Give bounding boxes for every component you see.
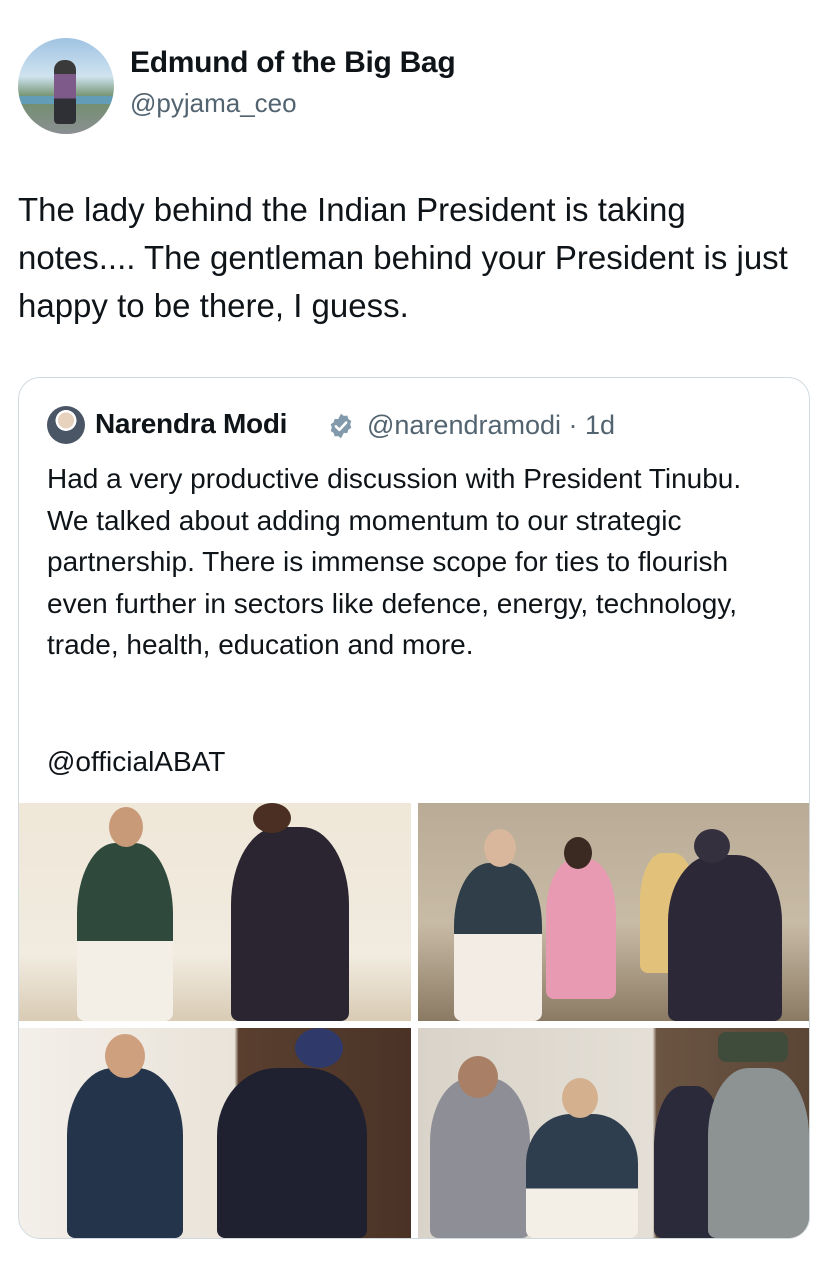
photo-meeting[interactable] [418, 803, 809, 1021]
photo-head [562, 1078, 598, 1118]
photo-figure [430, 1078, 530, 1238]
tweet-post: Edmund of the Big Bag @pyjama_ceo The la… [0, 0, 828, 1261]
photo-figure [454, 863, 542, 1021]
photo-head [484, 829, 516, 867]
verified-badge-icon [330, 413, 352, 439]
quoted-author-name[interactable]: Narendra Modi [95, 408, 287, 440]
photo-head [718, 1032, 788, 1062]
photo-document-exchange[interactable] [418, 1028, 809, 1238]
photo-figure [526, 1114, 638, 1238]
quoted-tweet-text: Had a very productive discussion with Pr… [47, 463, 742, 660]
photo-figure [217, 1068, 367, 1238]
photo-head [458, 1056, 498, 1098]
quoted-mention-link[interactable]: @officialABAT [47, 746, 225, 778]
photo-head [253, 803, 291, 833]
photo-figure [77, 843, 173, 1021]
photo-head [295, 1028, 343, 1068]
photo-figure [668, 855, 782, 1021]
author-handle[interactable]: @pyjama_ceo [130, 88, 297, 119]
photo-figure [67, 1068, 183, 1238]
quoted-author-avatar[interactable] [47, 406, 85, 444]
photo-head [109, 807, 143, 847]
photo-figure [231, 827, 349, 1021]
author-name[interactable]: Edmund of the Big Bag [130, 46, 456, 80]
photo-handshake[interactable] [19, 803, 411, 1021]
tweet-text: The lady behind the Indian President is … [18, 191, 788, 324]
photo-figure [546, 859, 616, 999]
photo-handshake-flags[interactable] [19, 1028, 411, 1238]
photo-head [105, 1034, 145, 1078]
photo-figure [708, 1068, 809, 1238]
quoted-tweet[interactable]: Narendra Modi @narendramodi · 1d Had a v… [18, 377, 810, 1239]
photo-head [564, 837, 592, 869]
photo-head [694, 829, 730, 863]
avatar-person-figure [54, 60, 76, 124]
quoted-handle-time[interactable]: @narendramodi · 1d [367, 410, 615, 441]
photo-grid [19, 803, 809, 1238]
author-avatar[interactable] [18, 38, 114, 134]
